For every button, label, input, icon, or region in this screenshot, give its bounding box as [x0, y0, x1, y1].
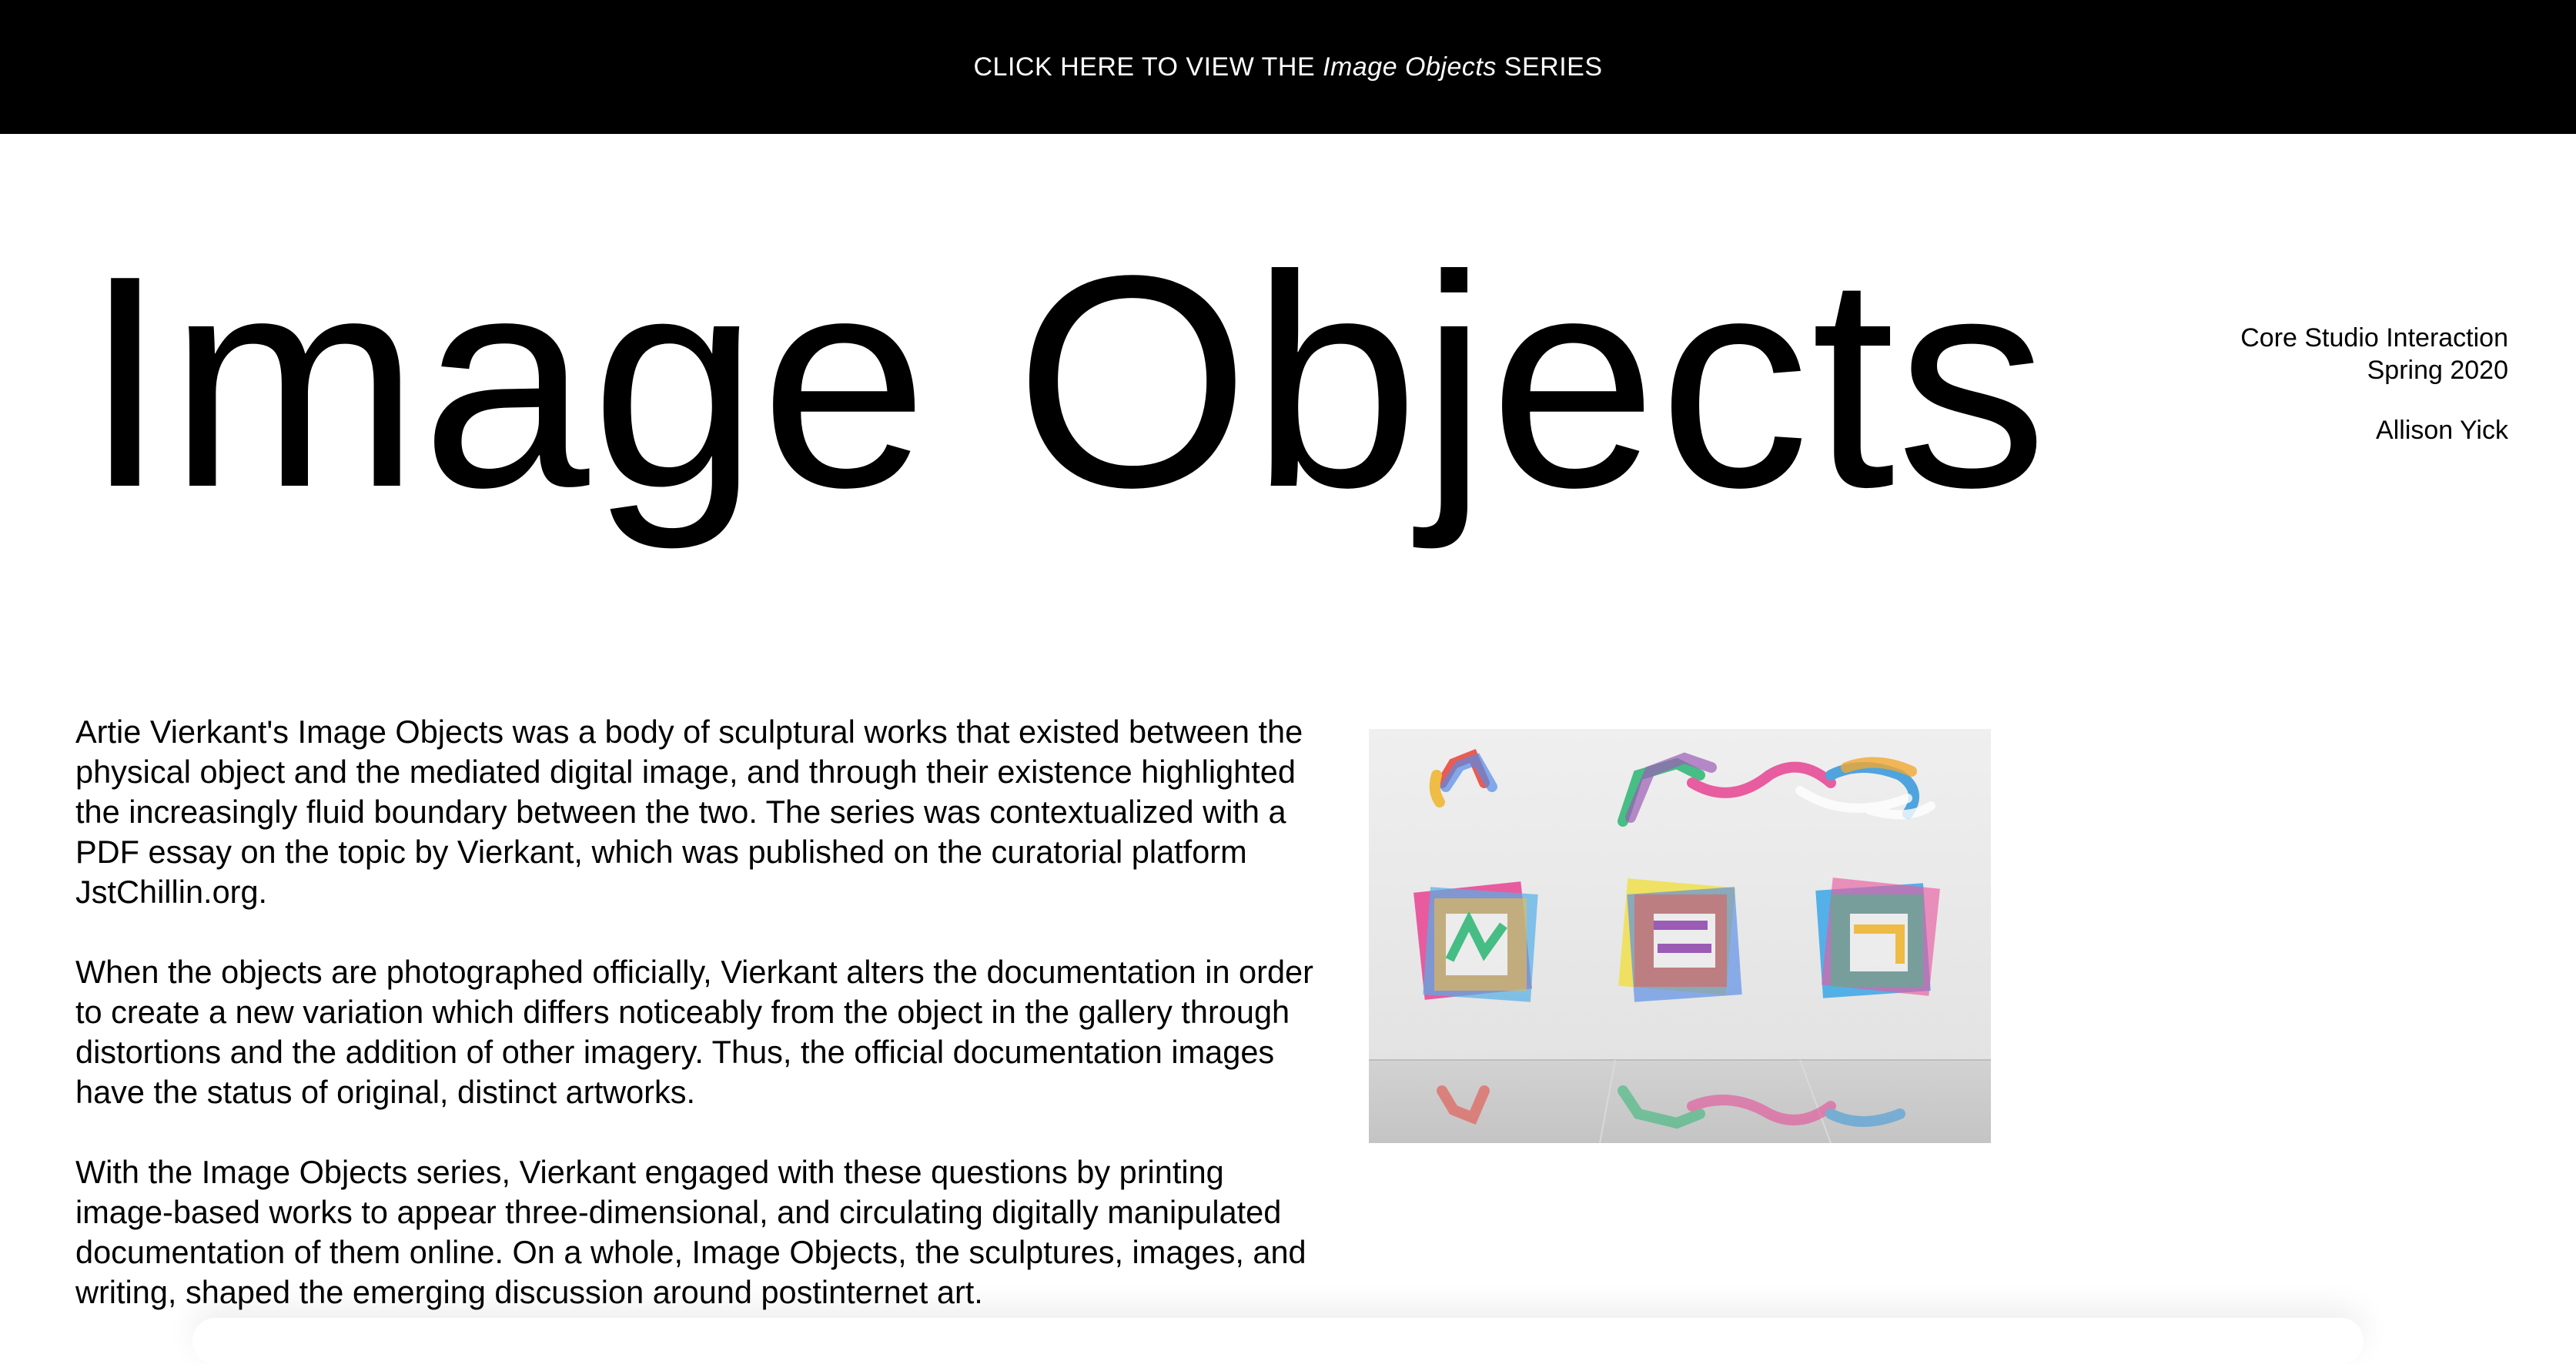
view-series-link[interactable]: CLICK HERE TO VIEW THE Image Objects SER…	[974, 52, 1603, 82]
description: Artie Vierkant's Image Objects was a bod…	[75, 712, 1323, 1352]
project-meta: Core Studio Interaction Spring 2020 Alli…	[2240, 322, 2508, 446]
banner-suffix: SERIES	[1504, 52, 1603, 82]
paragraph: Artie Vierkant's Image Objects was a bod…	[75, 714, 1303, 910]
paragraph: When the objects are photographed offici…	[75, 954, 1313, 1110]
paragraph: With the Image Objects series, Vierkant …	[75, 1154, 1306, 1310]
term: Spring 2020	[2367, 356, 2508, 385]
artwork-image	[1369, 729, 1991, 1143]
bottom-overlay	[192, 1318, 2364, 1364]
series-banner[interactable]: CLICK HERE TO VIEW THE Image Objects SER…	[0, 0, 2576, 134]
page-title: Image Objects	[83, 213, 2049, 550]
author-name: Allison Yick	[2376, 416, 2508, 445]
course-name: Core Studio Interaction	[2240, 323, 2508, 353]
banner-prefix: CLICK HERE TO VIEW THE	[973, 52, 1316, 82]
banner-series-name: Image Objects	[1323, 52, 1497, 82]
